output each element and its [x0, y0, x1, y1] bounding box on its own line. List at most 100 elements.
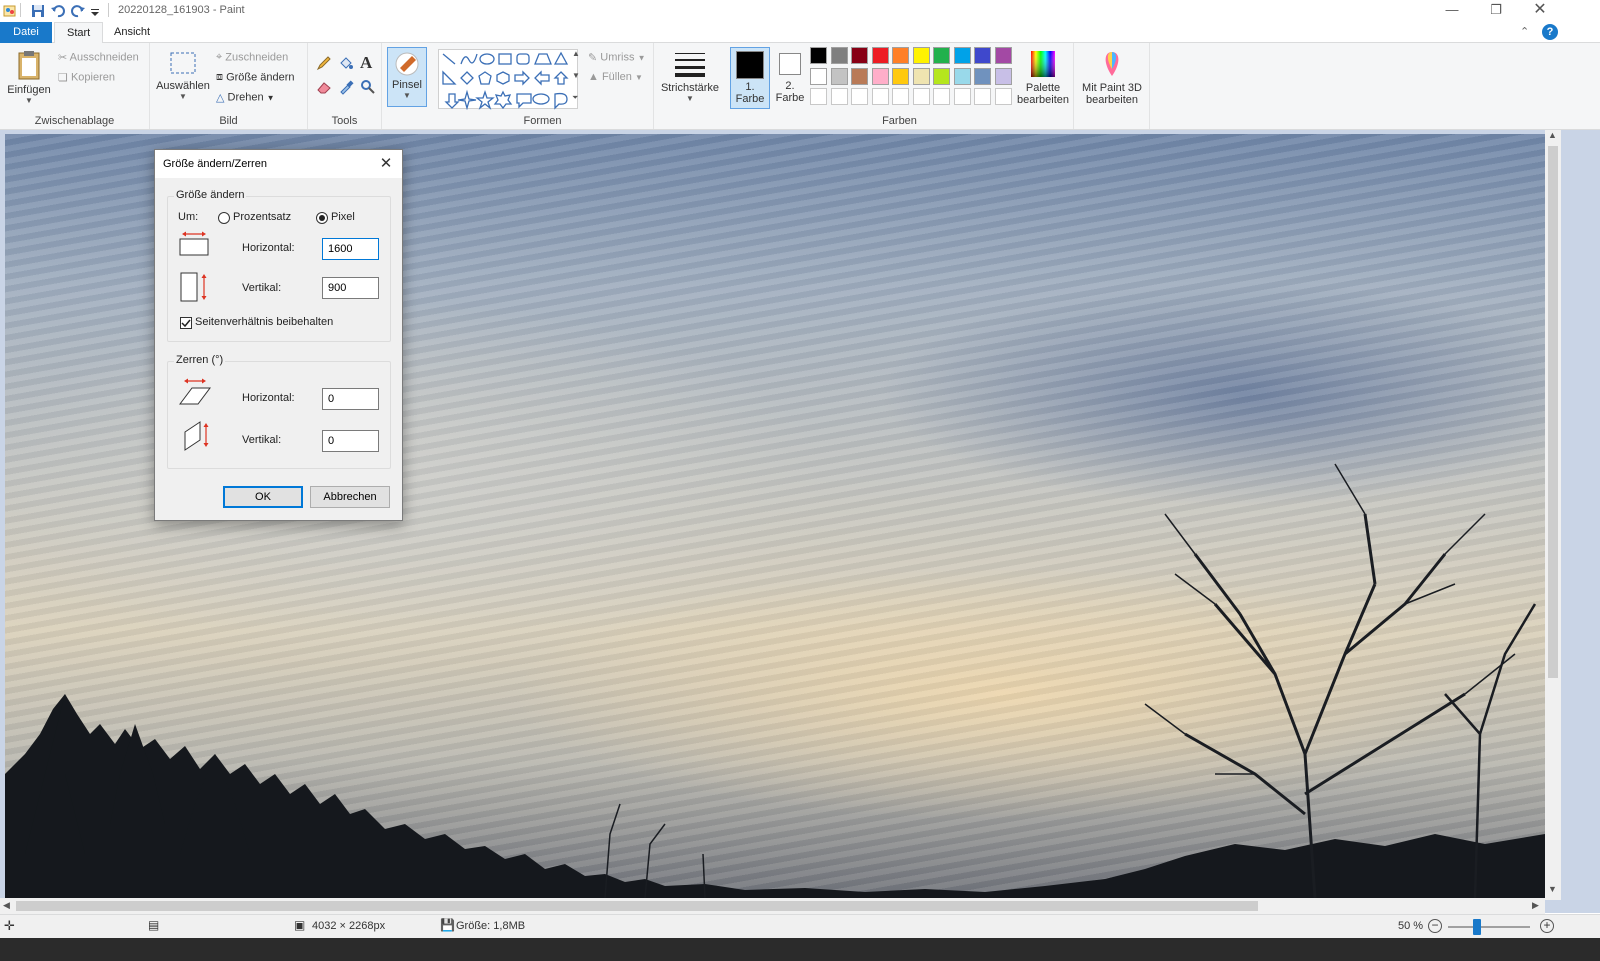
- palette-swatch[interactable]: [892, 67, 909, 85]
- help-icon[interactable]: ?: [1542, 24, 1558, 40]
- palette-swatch[interactable]: [953, 67, 971, 85]
- palette-swatch[interactable]: [912, 47, 930, 64]
- color1-button[interactable]: 1. Farbe: [730, 47, 770, 109]
- palette-swatch[interactable]: [974, 88, 991, 105]
- palette-swatch[interactable]: [953, 47, 971, 64]
- palette-swatch[interactable]: [933, 67, 950, 85]
- brushes-button[interactable]: Pinsel ▼: [387, 47, 427, 107]
- tab-file[interactable]: Datei: [0, 22, 52, 43]
- palette-swatch[interactable]: [851, 67, 868, 85]
- palette-swatch[interactable]: [912, 88, 930, 105]
- zoom-slider-thumb[interactable]: [1473, 919, 1481, 935]
- copy-button[interactable]: ❏ Kopieren: [58, 71, 115, 84]
- dialog-close-button[interactable]: ✕: [376, 154, 396, 174]
- vertical-scrollbar[interactable]: ▲ ▼: [1545, 130, 1561, 900]
- pencil-icon[interactable]: [316, 55, 332, 74]
- select-button[interactable]: Auswählen ▼: [156, 49, 210, 101]
- fill-button[interactable]: ▲ Füllen ▼: [588, 71, 643, 83]
- percent-radio[interactable]: [218, 212, 230, 224]
- horizontal-scrollbar[interactable]: ◀ ▶: [0, 898, 1545, 914]
- palette-swatch[interactable]: [830, 47, 848, 64]
- stroke-size-button[interactable]: Strichstärke ▼: [658, 49, 722, 103]
- close-window-button[interactable]: ✕: [1518, 0, 1562, 22]
- color-picker-icon[interactable]: [338, 79, 354, 98]
- scroll-left-arrow-icon[interactable]: ◀: [3, 900, 10, 911]
- palette-swatch[interactable]: [810, 67, 827, 85]
- palette-swatch[interactable]: [892, 88, 909, 105]
- palette-swatch[interactable]: [953, 88, 971, 105]
- customize-quick-access-icon[interactable]: [90, 3, 106, 19]
- palette-swatch[interactable]: [974, 67, 991, 85]
- horizontal-scroll-thumb[interactable]: [16, 901, 1258, 911]
- dialog-title-bar[interactable]: Größe ändern/Zerren ✕: [155, 150, 402, 178]
- color2-button[interactable]: 2. Farbe: [772, 47, 808, 109]
- checkmark-icon: [181, 319, 191, 328]
- skew-legend: Zerren (°): [174, 354, 226, 366]
- text-tool-icon[interactable]: A: [360, 53, 372, 73]
- outline-button[interactable]: ✎ Umriss ▼: [588, 51, 645, 64]
- eraser-icon[interactable]: [316, 79, 332, 98]
- resize-vertical-input[interactable]: [322, 277, 379, 299]
- palette-swatch[interactable]: [994, 88, 1012, 105]
- scroll-up-icon[interactable]: ▲: [572, 49, 580, 58]
- resize-horizontal-input[interactable]: [322, 238, 379, 260]
- skew-horizontal-input[interactable]: [322, 388, 379, 410]
- cancel-button[interactable]: Abbrechen: [310, 486, 390, 508]
- palette-swatch[interactable]: [810, 47, 827, 64]
- scroll-down-arrow-icon[interactable]: ▼: [1548, 884, 1557, 894]
- palette-swatch[interactable]: [851, 88, 868, 105]
- skew-section: Zerren (°) Horizontal: Vertikal:: [167, 354, 391, 469]
- palette-swatch[interactable]: [851, 47, 868, 64]
- tab-view[interactable]: Ansicht: [102, 22, 162, 43]
- group-shapes: ▲ ▼ ⏷ ✎ Umriss ▼ ▲ Füllen ▼ Formen: [432, 43, 654, 129]
- palette-swatch[interactable]: [892, 47, 909, 64]
- fill-bucket-icon[interactable]: [338, 55, 354, 74]
- magnifier-icon[interactable]: [360, 79, 376, 98]
- edit-palette-button[interactable]: Palette bearbeiten: [1012, 49, 1074, 106]
- expand-gallery-icon[interactable]: ⏷: [572, 93, 578, 103]
- skew-vertical-input[interactable]: [322, 430, 379, 452]
- zoom-out-icon[interactable]: −: [1428, 919, 1442, 933]
- ok-button[interactable]: OK: [223, 486, 303, 508]
- paste-button[interactable]: Einfügen ▼: [6, 49, 52, 105]
- palette-swatch[interactable]: [871, 47, 889, 64]
- palette-swatch[interactable]: [933, 47, 950, 64]
- scroll-right-arrow-icon[interactable]: ▶: [1532, 900, 1539, 911]
- save-icon[interactable]: [30, 3, 46, 19]
- restore-button[interactable]: ❐: [1474, 0, 1518, 22]
- paint3d-button[interactable]: Mit Paint 3D bearbeiten: [1076, 49, 1148, 106]
- horizontal-resize-icon: [178, 231, 210, 260]
- tab-home[interactable]: Start: [54, 22, 104, 44]
- palette-swatch[interactable]: [871, 67, 889, 85]
- zoom-slider[interactable]: [1448, 919, 1530, 935]
- collapse-ribbon-icon[interactable]: ⌃: [1520, 25, 1529, 38]
- aspect-ratio-label[interactable]: Seitenverhältnis beibehalten: [195, 316, 333, 328]
- palette-swatch[interactable]: [994, 47, 1012, 64]
- minimize-button[interactable]: —: [1430, 0, 1474, 22]
- palette-swatch[interactable]: [810, 88, 827, 105]
- undo-icon[interactable]: [50, 3, 66, 19]
- ribbon: Einfügen ▼ ✂ Ausschneiden ❏ Kopieren Zwi…: [0, 43, 1600, 130]
- scroll-up-arrow-icon[interactable]: ▲: [1548, 130, 1557, 140]
- palette-swatch[interactable]: [912, 67, 930, 85]
- group-label-clipboard: Zwischenablage: [34, 115, 115, 127]
- rotate-button[interactable]: △ Drehen ▼: [216, 91, 275, 104]
- palette-swatch[interactable]: [994, 67, 1012, 85]
- crop-button[interactable]: ⌖ Zuschneiden: [216, 51, 288, 64]
- palette-swatch[interactable]: [871, 88, 889, 105]
- vertical-scroll-thumb[interactable]: [1548, 146, 1558, 678]
- scroll-down-icon[interactable]: ▼: [572, 71, 580, 80]
- pixel-radio[interactable]: [316, 212, 328, 224]
- resize-button[interactable]: ⧈ Größe ändern: [216, 71, 295, 84]
- pixel-label[interactable]: Pixel: [331, 211, 355, 223]
- palette-swatch[interactable]: [974, 47, 991, 64]
- palette-swatch[interactable]: [830, 88, 848, 105]
- redo-icon[interactable]: [70, 3, 86, 19]
- aspect-ratio-checkbox[interactable]: [180, 317, 192, 329]
- palette-swatch[interactable]: [933, 88, 950, 105]
- shapes-gallery[interactable]: [438, 49, 578, 111]
- palette-swatch[interactable]: [830, 67, 848, 85]
- zoom-in-icon[interactable]: +: [1540, 919, 1554, 933]
- percent-label[interactable]: Prozentsatz: [233, 211, 291, 223]
- cut-button[interactable]: ✂ Ausschneiden: [58, 51, 139, 64]
